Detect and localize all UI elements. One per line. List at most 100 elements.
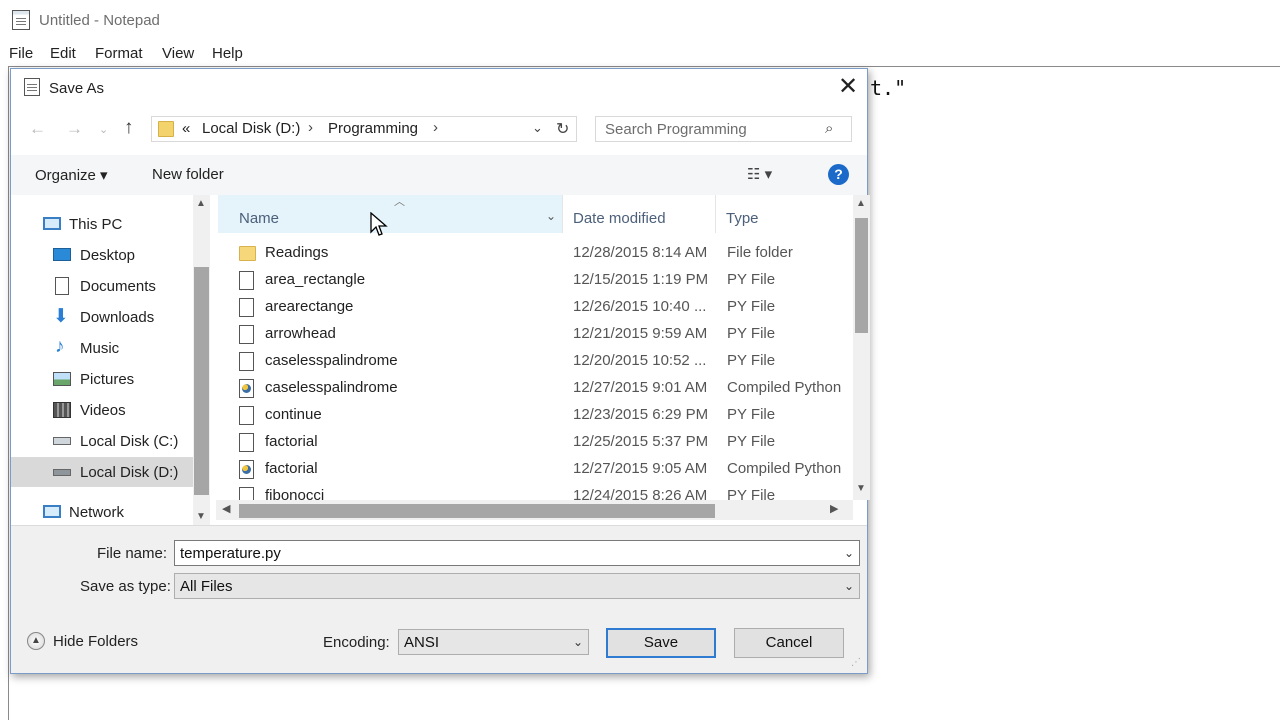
file-name: area_rectangle — [265, 271, 366, 288]
nav-pane-scrollbar[interactable]: ▲ ▼ — [193, 195, 210, 525]
chevron-down-icon[interactable]: ⌄ — [546, 209, 556, 223]
file-type: PY File — [727, 325, 776, 342]
file-row[interactable]: arearectange 12/26/2015 10:40 ... PY File — [216, 294, 846, 321]
nav-item-pictures[interactable]: Pictures — [11, 364, 197, 394]
file-name-input[interactable]: temperature.py ⌄ — [174, 540, 860, 566]
back-arrow-icon[interactable]: ← — [29, 119, 46, 139]
dialog-toolbar: Organize ▾ New folder ☷ ▾ ? — [11, 155, 867, 195]
menu-edit[interactable]: Edit — [50, 45, 76, 62]
breadcrumb-local-disk-d[interactable]: Local Disk (D:) — [202, 120, 300, 137]
column-header-type[interactable]: Type — [719, 195, 845, 233]
save-as-type-value: All Files — [180, 578, 233, 595]
resize-grip-icon[interactable]: ⋰ — [851, 657, 861, 668]
file-type: Compiled Python — [727, 460, 842, 477]
sort-ascending-icon: ︿ — [394, 196, 405, 208]
file-list-vertical-scrollbar[interactable]: ▲ ▼ — [853, 195, 870, 500]
column-header-label: Type — [726, 210, 759, 227]
notepad-title: Untitled - Notepad — [39, 12, 160, 29]
nav-label: Videos — [80, 402, 126, 419]
dialog-title: Save As — [49, 80, 105, 97]
nav-item-local-disk-d[interactable]: Local Disk (D:) — [11, 457, 197, 487]
file-name: caselesspalindrome — [265, 379, 398, 396]
help-icon[interactable]: ? — [828, 164, 849, 185]
nav-item-desktop[interactable]: Desktop — [11, 240, 197, 270]
scroll-down-icon[interactable]: ▼ — [856, 483, 866, 494]
file-list-horizontal-scrollbar[interactable]: ◀ ▶ — [216, 500, 853, 520]
scroll-up-icon[interactable]: ▲ — [856, 198, 866, 209]
file-name: caselesspalindrome — [265, 352, 398, 369]
menu-file[interactable]: File — [9, 45, 33, 62]
address-overflow[interactable]: « — [182, 120, 190, 137]
chevron-down-icon[interactable]: ⌄ — [573, 635, 583, 649]
file-row[interactable]: Readings 12/28/2015 8:14 AM File folder — [216, 240, 846, 267]
file-name: Readings — [265, 244, 329, 261]
encoding-select[interactable]: ANSI ⌄ — [398, 629, 589, 655]
scroll-right-icon[interactable]: ▶ — [830, 502, 838, 515]
scrollbar-thumb[interactable] — [855, 218, 868, 333]
file-name: factorial — [265, 460, 318, 477]
file-name: continue — [265, 406, 322, 423]
column-header-name[interactable]: ︿ Name ⌄ — [218, 195, 563, 233]
recent-locations-icon[interactable]: ⌄ — [99, 123, 108, 136]
file-date-modified: 12/27/2015 9:01 AM — [573, 379, 708, 396]
save-form: File name: temperature.py ⌄ Save as type… — [11, 525, 867, 673]
save-button[interactable]: Save — [606, 628, 716, 658]
menu-view[interactable]: View — [162, 45, 194, 62]
file-row[interactable]: area_rectangle 12/15/2015 1:19 PM PY File — [216, 267, 846, 294]
notepad-icon — [24, 78, 40, 96]
cancel-button[interactable]: Cancel — [734, 628, 844, 658]
column-header-date-modified[interactable]: Date modified — [566, 195, 716, 233]
file-row[interactable]: caselesspalindrome 12/27/2015 9:01 AM Comp… — [216, 375, 846, 402]
organize-button[interactable]: Organize ▾ — [35, 166, 108, 184]
view-options-icon[interactable]: ☷ ▾ — [747, 165, 772, 183]
address-bar[interactable]: « Local Disk (D:) › Programming › ⌄ ↻ — [151, 116, 577, 142]
nav-label: This PC — [69, 216, 123, 233]
new-folder-button[interactable]: New folder — [152, 166, 224, 183]
documents-icon — [55, 277, 69, 295]
file-icon — [239, 433, 254, 452]
chevron-right-icon[interactable]: › — [433, 119, 438, 136]
file-type: PY File — [727, 271, 776, 288]
nav-item-documents[interactable]: Documents — [11, 271, 197, 301]
nav-item-videos[interactable]: Videos — [11, 395, 197, 425]
dialog-titlebar[interactable]: Save As ✕ — [11, 69, 867, 107]
chevron-down-icon[interactable]: ⌄ — [844, 546, 854, 560]
scroll-left-icon[interactable]: ◀ — [222, 502, 230, 515]
file-name: factorial — [265, 433, 318, 450]
search-icon[interactable]: ⌕ — [825, 120, 833, 137]
refresh-icon[interactable]: ↻ — [556, 119, 569, 139]
nav-item-network[interactable]: Network — [11, 497, 197, 527]
chevron-down-icon[interactable]: ⌄ — [532, 120, 543, 136]
nav-item-local-disk-c[interactable]: Local Disk (C:) — [11, 426, 197, 456]
file-type: File folder — [727, 244, 793, 261]
menu-format[interactable]: Format — [95, 45, 143, 62]
up-arrow-icon[interactable]: ↑ — [124, 117, 134, 139]
nav-item-downloads[interactable]: ⬇ Downloads — [11, 302, 197, 332]
menu-help[interactable]: Help — [212, 45, 243, 62]
breadcrumb-programming[interactable]: Programming — [328, 120, 418, 137]
file-date-modified: 12/15/2015 1:19 PM — [573, 271, 709, 288]
file-row[interactable]: factorial 12/27/2015 9:05 AM Compiled Pyth… — [216, 456, 846, 483]
chevron-down-icon[interactable]: ⌄ — [844, 579, 854, 593]
scrollbar-thumb[interactable] — [194, 267, 209, 495]
scrollbar-thumb[interactable] — [239, 504, 715, 518]
scroll-up-icon[interactable]: ▲ — [196, 198, 206, 209]
forward-arrow-icon[interactable]: → — [66, 119, 83, 139]
file-row[interactable]: factorial 12/25/2015 5:37 PM PY File — [216, 429, 846, 456]
file-row[interactable]: caselesspalindrome 12/20/2015 10:52 ... PY… — [216, 348, 846, 375]
nav-item-this-pc[interactable]: This PC — [11, 209, 197, 239]
close-icon[interactable]: ✕ — [835, 75, 861, 101]
nav-item-music[interactable]: ♪ Music — [11, 333, 197, 363]
save-as-type-select[interactable]: All Files ⌄ — [174, 573, 860, 599]
nav-label: Local Disk (D:) — [80, 464, 179, 481]
chevron-right-icon[interactable]: › — [308, 119, 313, 136]
search-input[interactable]: Search Programming ⌕ — [595, 116, 852, 142]
encoding-value: ANSI — [404, 634, 440, 651]
python-file-icon — [239, 460, 254, 479]
scroll-down-icon[interactable]: ▼ — [196, 511, 206, 522]
file-row[interactable]: continue 12/23/2015 6:29 PM PY File — [216, 402, 846, 429]
file-icon — [239, 298, 254, 317]
navigation-pane: This PC Desktop Documents ⬇ Downloads ♪ … — [11, 195, 211, 525]
file-date-modified: 12/26/2015 10:40 ... — [573, 298, 707, 315]
file-row[interactable]: arrowhead 12/21/2015 9:59 AM PY File — [216, 321, 846, 348]
